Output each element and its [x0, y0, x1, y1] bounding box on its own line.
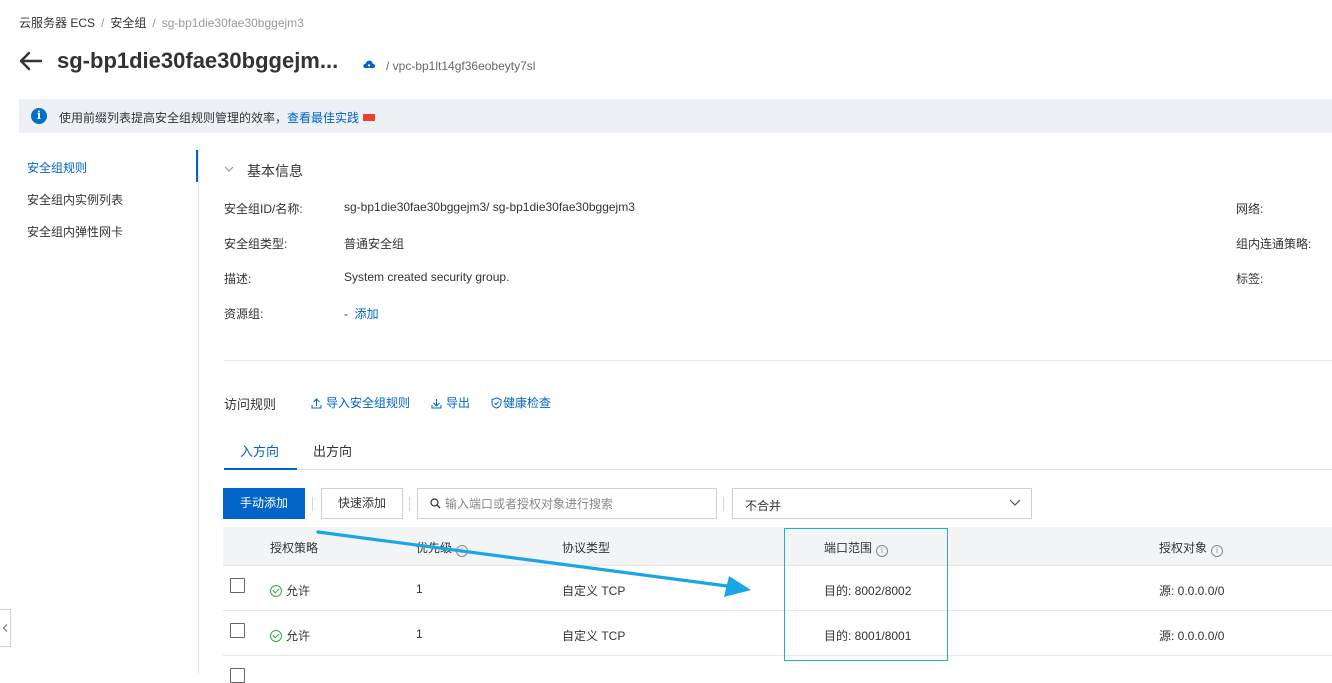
info-icon: i [31, 108, 47, 124]
field-label-desc: 描述: [224, 272, 252, 286]
row-policy-label: 允许 [286, 584, 311, 598]
row-checkbox[interactable] [230, 578, 245, 593]
breadcrumb-separator: / [101, 16, 105, 30]
row-policy-label: 允许 [286, 629, 311, 643]
sidebar-active-indicator [196, 150, 198, 182]
field-label-type: 安全组类型: [224, 237, 288, 251]
best-practice-link[interactable]: 查看最佳实践 [287, 111, 359, 125]
sidebar-divider [198, 150, 199, 673]
import-rules-button[interactable]: 导入安全组规则 [311, 394, 410, 411]
health-check-button[interactable]: 健康检查 [491, 394, 551, 411]
manual-add-button[interactable]: 手动添加 [223, 488, 305, 519]
row-policy: 允许 [270, 627, 310, 644]
column-protocol: 协议类型 [562, 541, 611, 555]
check-circle-icon [270, 585, 282, 597]
cloud-icon [362, 58, 376, 70]
quick-add-button[interactable]: 快速添加 [321, 488, 403, 519]
column-source-label: 授权对象 [1159, 541, 1208, 555]
arrow-left-icon[interactable] [18, 49, 44, 73]
vpc-link[interactable]: / vpc-bp1lt14gf36eobeyty7sl [386, 59, 535, 73]
notice-message: 使用前缀列表提高安全组规则管理的效率， [59, 111, 288, 125]
search-field[interactable] [417, 488, 717, 519]
column-policy: 授权策略 [270, 541, 319, 555]
row-priority: 1 [416, 627, 423, 641]
table-divider [223, 565, 1332, 566]
info-icon[interactable]: i [1211, 545, 1224, 557]
row-policy: 允许 [270, 582, 310, 599]
search-input[interactable] [445, 489, 710, 518]
row-priority: 1 [416, 582, 423, 596]
row-source: 源: 0.0.0.0/0 [1159, 584, 1225, 598]
breadcrumb-ecs[interactable]: 云服务器 ECS [19, 16, 95, 30]
shield-check-icon [491, 397, 502, 409]
field-label-resource-group: 资源组: [224, 307, 264, 321]
health-check-label: 健康检查 [503, 396, 552, 410]
page-title: sg-bp1die30fae30bggejm... [57, 48, 339, 73]
toolbar-separator [723, 497, 724, 511]
basic-info-title: 基本信息 [247, 163, 303, 179]
upload-icon [311, 398, 322, 409]
merge-select[interactable]: 不合并 [732, 488, 1032, 519]
export-button[interactable]: 导出 [431, 394, 470, 411]
chevron-down-icon [1009, 499, 1021, 506]
row-source: 源: 0.0.0.0/0 [1159, 629, 1225, 643]
rules-title: 访问规则 [224, 397, 277, 412]
breadcrumb-security-group[interactable]: 安全组 [110, 16, 146, 30]
section-divider [224, 360, 1332, 361]
sidebar-collapse-handle[interactable] [0, 609, 11, 647]
field-value-resource-group: - 添加 [344, 305, 379, 322]
row-protocol: 自定义 TCP [562, 629, 626, 643]
tab-baseline [224, 469, 1332, 470]
column-priority: 优先级 i [416, 539, 469, 557]
field-value-desc: System created security group. [344, 270, 510, 284]
breadcrumb-current: sg-bp1die30fae30bggejm3 [161, 16, 304, 30]
tab-outbound[interactable]: 出方向 [313, 441, 352, 460]
breadcrumb-separator: / [152, 16, 156, 30]
download-icon [431, 399, 442, 409]
tab-inbound[interactable]: 入方向 [240, 441, 279, 460]
add-resource-group-link[interactable]: 添加 [355, 307, 379, 321]
sidebar-item-instances[interactable]: 安全组内实例列表 [27, 191, 123, 208]
toolbar-separator [312, 497, 313, 511]
tab-active-indicator [224, 468, 297, 470]
import-rules-label: 导入安全组规则 [326, 396, 411, 410]
info-icon[interactable]: i [456, 545, 469, 557]
column-priority-label: 优先级 [416, 541, 453, 555]
column-source: 授权对象 i [1159, 539, 1224, 557]
row-checkbox[interactable] [230, 668, 245, 683]
export-label: 导出 [446, 396, 471, 410]
table-row-divider [223, 655, 1332, 656]
table-row-divider [223, 610, 1332, 611]
chevron-left-icon [2, 624, 8, 632]
search-icon [430, 498, 441, 509]
merge-select-value: 不合并 [745, 499, 782, 513]
field-value-id: sg-bp1die30fae30bggejm3/ sg-bp1die30fae3… [344, 200, 635, 214]
chevron-down-icon[interactable] [224, 163, 234, 173]
row-protocol: 自定义 TCP [562, 584, 626, 598]
notice-banner: i 使用前缀列表提高安全组规则管理的效率，查看最佳实践 [19, 99, 1332, 133]
field-value-type: 普通安全组 [344, 237, 405, 251]
check-circle-icon [270, 630, 282, 642]
row-checkbox[interactable] [230, 623, 245, 638]
field-label-tags: 标签: [1236, 272, 1264, 286]
sidebar-item-rules[interactable]: 安全组规则 [27, 159, 87, 176]
field-label-id: 安全组ID/名称: [224, 202, 303, 216]
field-label-connectivity: 组内连通策略: [1236, 237, 1312, 251]
breadcrumb: 云服务器 ECS / 安全组 / sg-bp1die30fae30bggejm3 [19, 14, 304, 31]
toolbar-separator [409, 497, 410, 511]
sidebar-item-eni[interactable]: 安全组内弹性网卡 [27, 223, 123, 240]
resource-group-value: - [344, 307, 348, 321]
field-label-network: 网络: [1236, 202, 1264, 216]
notice-text: 使用前缀列表提高安全组规则管理的效率，查看最佳实践 [59, 109, 376, 126]
annotation-highlight-box [784, 528, 948, 661]
new-badge [363, 114, 376, 121]
